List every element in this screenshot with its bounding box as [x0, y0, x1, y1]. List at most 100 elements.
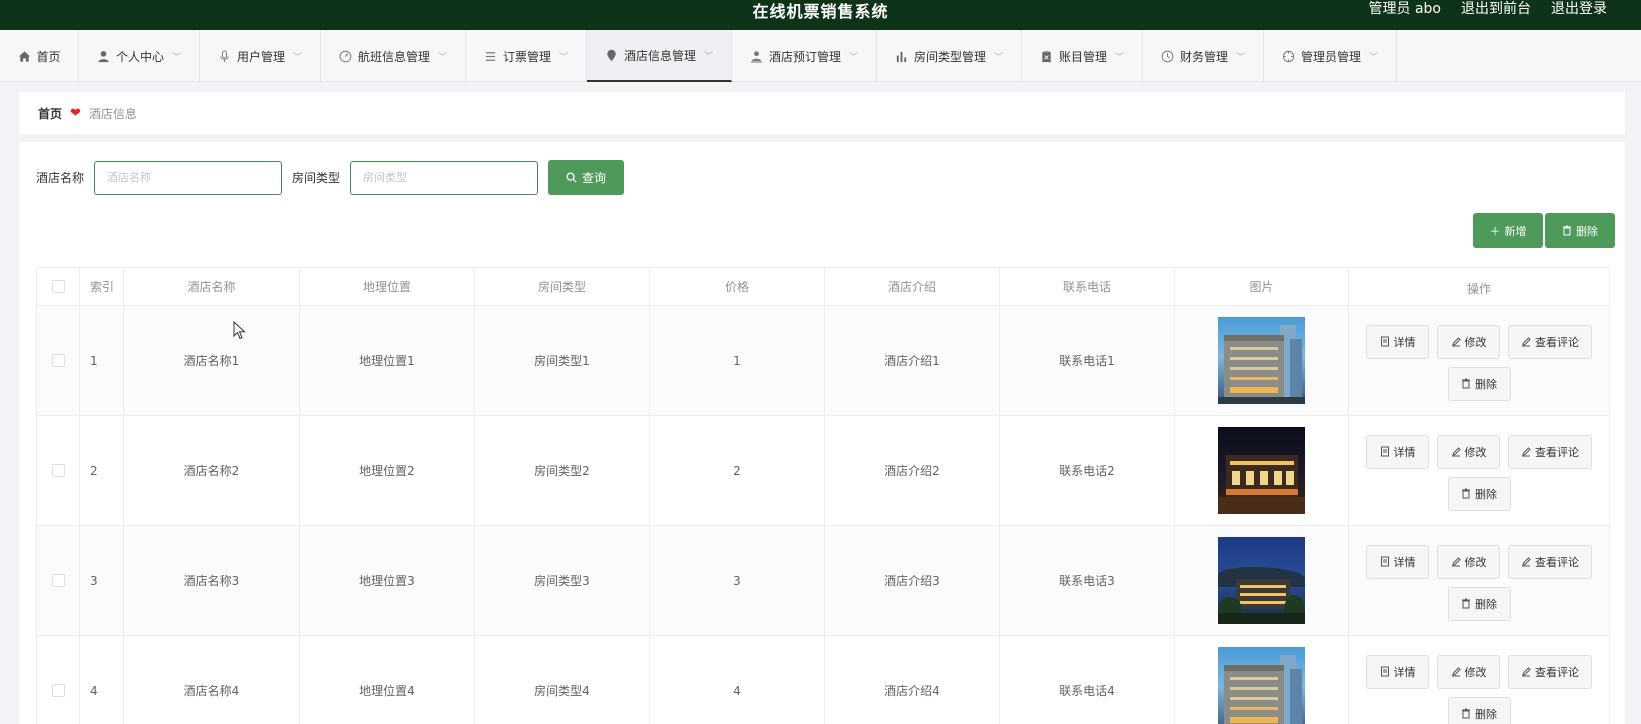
detail-button[interactable]: 详情	[1366, 434, 1429, 469]
view-reviews-button[interactable]: 查看评论	[1508, 544, 1592, 579]
nav-item-6[interactable]: 酒店预订管理 ﹀	[732, 30, 877, 82]
nav-item-label: 用户管理	[236, 49, 285, 64]
edit-icon	[1451, 557, 1461, 567]
nav-item-7[interactable]: 房间类型管理 ﹀	[877, 30, 1022, 82]
detail-button[interactable]: 详情	[1366, 654, 1429, 689]
nav-item-8[interactable]: 账目管理 ﹀	[1022, 30, 1143, 82]
nav-item-2[interactable]: 用户管理 ﹀	[200, 30, 321, 82]
chevron-down-icon: ﹀	[559, 52, 569, 63]
view-reviews-button[interactable]: 查看评论	[1508, 434, 1592, 469]
edit-button[interactable]: 修改	[1437, 324, 1500, 359]
nav-item-9[interactable]: 财务管理 ﹀	[1143, 30, 1264, 82]
edit-label: 修改	[1464, 665, 1487, 679]
edit-button[interactable]: 修改	[1437, 544, 1500, 579]
nav-item-label: 订票管理	[502, 49, 551, 64]
trash-icon	[1462, 708, 1470, 719]
edit-label: 修改	[1464, 555, 1487, 569]
row-checkbox[interactable]	[51, 354, 65, 367]
nav-item-label: 酒店信息管理	[623, 48, 696, 63]
detail-label: 详情	[1393, 335, 1416, 349]
chevron-down-icon: ﹀	[1369, 52, 1379, 63]
row-phone: 联系电话4	[1000, 636, 1175, 724]
row-intro: 酒店介绍1	[825, 306, 1000, 415]
delete-button[interactable]: 删除	[1447, 366, 1511, 401]
delete-button[interactable]: 删除	[1447, 586, 1511, 621]
nav-item-10[interactable]: 管理员管理 ﹀	[1264, 30, 1397, 82]
row-ops: 详情 修改 查看评论 删除	[1349, 416, 1609, 525]
view-reviews-button[interactable]: 查看评论	[1508, 324, 1592, 359]
row-checkbox-cell	[37, 306, 80, 415]
detail-label: 详情	[1393, 555, 1416, 569]
nav-item-label: 管理员管理	[1300, 49, 1361, 64]
delete-label: 删除	[1475, 597, 1497, 611]
batch-delete-button[interactable]: 删除	[1545, 213, 1615, 248]
view-reviews-label: 查看评论	[1535, 555, 1579, 569]
row-image-cell	[1175, 636, 1349, 724]
detail-button[interactable]: 详情	[1366, 324, 1429, 359]
detail-label: 详情	[1393, 665, 1416, 679]
row-checkbox[interactable]	[51, 574, 65, 587]
header-ops: 操作	[1466, 282, 1491, 296]
person-badge-icon	[750, 49, 763, 63]
row-hotel-name: 酒店名称4	[124, 636, 300, 724]
row-price: 2	[650, 416, 825, 525]
row-ops: 详情 修改 查看评论删除	[1349, 636, 1609, 724]
nav-item-0[interactable]: 首页	[0, 30, 79, 82]
chevron-down-icon: ﹀	[849, 52, 859, 63]
content-panel: 酒店名称 房间类型 查询 ＋ 新增 删除 索引 酒店名称 地理位置 房间类型 价…	[19, 142, 1625, 724]
row-ops-line: 详情 修改 查看评论	[1366, 434, 1592, 469]
person-icon	[97, 49, 110, 63]
crosshair-icon	[1282, 49, 1295, 63]
nav-item-3[interactable]: 航班信息管理 ﹀	[321, 30, 466, 82]
add-button[interactable]: ＋ 新增	[1473, 213, 1543, 248]
logout-link[interactable]: 退出登录	[1551, 0, 1607, 18]
select-all-checkbox[interactable]	[51, 280, 65, 293]
row-checkbox[interactable]	[51, 464, 65, 477]
edit-button[interactable]: 修改	[1437, 654, 1500, 689]
main-nav: 首页 个人中心 ﹀ 用户管理 ﹀ 航班信息管理 ﹀ 订票管理 ﹀ 酒店信息管理 ﹀ 酒店预订管理 ﹀ 房间…	[0, 30, 1641, 82]
breadcrumb-current: 酒店信息	[88, 106, 137, 121]
nav-item-4[interactable]: 订票管理 ﹀	[466, 30, 587, 82]
view-reviews-button[interactable]: 查看评论	[1508, 654, 1592, 689]
row-index: 1	[80, 306, 124, 415]
edit-icon	[1451, 337, 1461, 347]
breadcrumb-home[interactable]: 首页	[38, 105, 62, 122]
delete-button[interactable]: 删除	[1447, 476, 1511, 511]
clipboard-icon	[1040, 49, 1053, 63]
row-ops: 详情 修改 查看评论删除	[1349, 526, 1609, 635]
trash-icon	[1462, 488, 1470, 499]
row-intro: 酒店介绍2	[825, 416, 1000, 525]
header-index: 索引	[80, 268, 124, 305]
nav-item-5[interactable]: 酒店信息管理 ﹀	[587, 30, 732, 82]
microphone-icon	[218, 49, 231, 63]
nav-item-1[interactable]: 个人中心 ﹀	[79, 30, 200, 82]
query-button[interactable]: 查询	[548, 160, 625, 195]
hotel-name-input[interactable]	[94, 160, 283, 195]
header-location: 地理位置	[300, 268, 475, 305]
add-button-label: 新增	[1504, 225, 1527, 238]
room-type-input[interactable]	[350, 160, 539, 195]
gauge-icon	[339, 49, 352, 63]
detail-button[interactable]: 详情	[1366, 544, 1429, 579]
back-to-front-link[interactable]: 退出到前台	[1461, 0, 1531, 18]
bar-chart-icon	[895, 49, 908, 63]
nav-item-label: 首页	[36, 49, 61, 64]
mouse-cursor-icon	[233, 321, 246, 340]
chevron-down-icon: ﹀	[172, 52, 182, 63]
breadcrumb: 首页 ❤ 酒店信息	[19, 92, 1625, 134]
row-index: 4	[80, 636, 124, 724]
delete-button[interactable]: 删除	[1447, 696, 1511, 724]
row-index: 3	[80, 526, 124, 635]
row-location: 地理位置4	[300, 636, 475, 724]
chevron-down-icon: ﹀	[1236, 52, 1246, 63]
row-checkbox-cell	[37, 526, 80, 635]
header-price: 价格	[650, 268, 825, 305]
row-room-type: 房间类型1	[475, 306, 650, 415]
nav-item-label: 账目管理	[1058, 49, 1107, 64]
row-hotel-name: 酒店名称3	[124, 526, 300, 635]
row-checkbox[interactable]	[51, 684, 65, 697]
trash-icon	[1462, 378, 1470, 389]
edit-button[interactable]: 修改	[1437, 434, 1500, 469]
edit-icon	[1522, 557, 1531, 567]
hotel-photo	[1218, 427, 1305, 514]
